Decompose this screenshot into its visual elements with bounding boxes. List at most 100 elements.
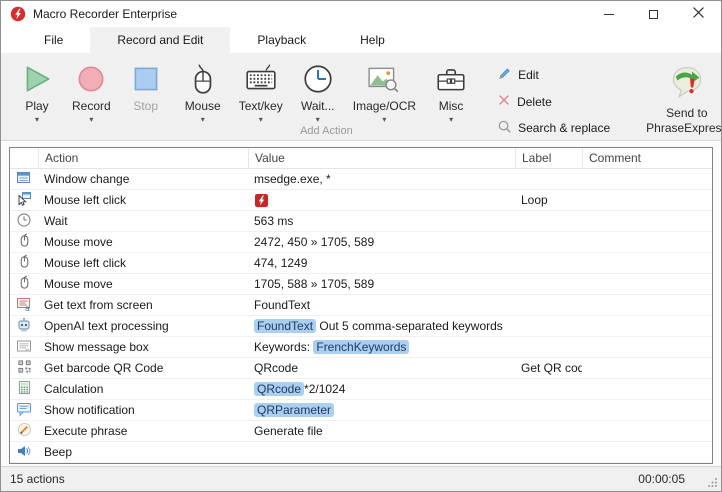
action-cell: Wait bbox=[38, 214, 248, 228]
edit-label: Edit bbox=[518, 68, 539, 82]
action-cell: Get barcode QR Code bbox=[38, 361, 248, 375]
value-cell: QRcode*2/1024 bbox=[248, 382, 515, 396]
value-cell: Keywords: FrenchKeywords bbox=[248, 340, 515, 354]
column-header-comment[interactable]: Comment bbox=[582, 148, 712, 168]
window-change-icon bbox=[16, 170, 32, 189]
resize-grip[interactable] bbox=[707, 477, 718, 488]
table-row-beep[interactable]: Beep bbox=[10, 442, 712, 463]
column-header-value[interactable]: Value bbox=[248, 148, 515, 168]
tab-help[interactable]: Help bbox=[333, 27, 412, 53]
action-cell: Mouse left click bbox=[38, 193, 248, 207]
table-row-show-notification[interactable]: Show notificationQRParameter bbox=[10, 400, 712, 421]
play-button[interactable]: Play▾ bbox=[11, 57, 63, 125]
add-action-caption: Add Action bbox=[176, 125, 477, 137]
chevron-down-icon: ▾ bbox=[316, 115, 320, 125]
titlebar: Macro Recorder Enterprise bbox=[1, 1, 721, 27]
table-row-get-barcode-qr-code[interactable]: Get barcode QR CodeQRcodeGet QR code bbox=[10, 358, 712, 379]
mouse-label: Mouse bbox=[185, 99, 221, 113]
column-header-action[interactable]: Action bbox=[38, 148, 248, 168]
chevron-down-icon: ▾ bbox=[201, 115, 205, 125]
variable-chip: FoundText bbox=[254, 319, 316, 333]
value-cell: 1705, 588 » 1705, 589 bbox=[248, 277, 515, 291]
table-row-window-change[interactable]: Window changemsedge.exe, * bbox=[10, 169, 712, 190]
magnifier-icon bbox=[497, 119, 512, 137]
action-count: 15 actions bbox=[10, 472, 65, 486]
action-cell: Show notification bbox=[38, 403, 248, 417]
value-cell: QRParameter bbox=[248, 403, 515, 417]
mouse-small-icon bbox=[17, 233, 32, 251]
action-cell: Mouse left click bbox=[38, 256, 248, 270]
value-cell: Generate file bbox=[248, 424, 515, 438]
text-key-button[interactable]: Text/key ▾ bbox=[230, 57, 292, 125]
label-cell: Get QR code bbox=[515, 361, 582, 375]
action-cell: Window change bbox=[38, 172, 248, 186]
stop-button[interactable]: Stop bbox=[120, 57, 172, 125]
statusbar: 15 actions 00:00:05 bbox=[1, 466, 721, 491]
action-cell: OpenAI text processing bbox=[38, 319, 248, 333]
minimize-button[interactable] bbox=[586, 1, 631, 27]
tab-playback[interactable]: Playback bbox=[230, 27, 333, 53]
delete-x-icon bbox=[497, 93, 511, 110]
delete-button[interactable]: Delete bbox=[493, 92, 556, 111]
calculator-icon bbox=[17, 380, 32, 398]
toolbox-icon bbox=[434, 60, 468, 98]
ribbon: Play▾Record▾Stop Mouse▾Text/key▾Wait...▾… bbox=[1, 53, 721, 141]
keyboard-icon bbox=[244, 60, 278, 98]
actions-table: ActionValueLabelComment Window changemse… bbox=[9, 147, 713, 464]
search-replace-button[interactable]: Search & replace bbox=[493, 118, 614, 138]
table-row-mouse-move[interactable]: Mouse move1705, 588 » 1705, 589 bbox=[10, 274, 712, 295]
mouse-button[interactable]: Mouse ▾ bbox=[176, 57, 230, 125]
column-header-label[interactable]: Label bbox=[515, 148, 582, 168]
message-box-icon bbox=[16, 338, 32, 357]
mouse-click-window-icon bbox=[16, 191, 32, 210]
phraseexpress-icon bbox=[669, 63, 705, 102]
value-cell: 563 ms bbox=[248, 214, 515, 228]
openai-robot-icon bbox=[16, 317, 32, 336]
table-row-mouse-left-click[interactable]: Mouse left clickLoop bbox=[10, 190, 712, 211]
chevron-down-icon: ▾ bbox=[382, 115, 386, 125]
app-window: Macro Recorder Enterprise FileRecord and… bbox=[0, 0, 722, 492]
table-row-mouse-move[interactable]: Mouse move2472, 450 » 1705, 589 bbox=[10, 232, 712, 253]
chevron-down-icon: ▾ bbox=[259, 115, 263, 125]
tab-record-and-edit[interactable]: Record and Edit bbox=[90, 27, 230, 53]
misc-label: Misc bbox=[439, 99, 464, 113]
wait-button[interactable]: Wait... ▾ bbox=[292, 57, 344, 125]
table-row-show-message-box[interactable]: Show message boxKeywords: FrenchKeywords bbox=[10, 337, 712, 358]
action-cell: Beep bbox=[38, 445, 248, 459]
action-cell: Execute phrase bbox=[38, 424, 248, 438]
pencil-icon bbox=[497, 66, 512, 84]
execute-phrase-icon bbox=[17, 422, 32, 440]
value-cell: FoundText Out 5 comma-separated keywords bbox=[248, 319, 515, 333]
image-ocr-button[interactable]: Image/OCR▾ bbox=[344, 57, 425, 125]
wait-label: Wait... bbox=[301, 99, 335, 113]
table-row-execute-phrase[interactable]: Execute phraseGenerate file bbox=[10, 421, 712, 442]
table-row-calculation[interactable]: CalculationQRcode*2/1024 bbox=[10, 379, 712, 400]
window-controls bbox=[586, 1, 721, 27]
svg-text:a: a bbox=[25, 304, 30, 312]
play-label: Play bbox=[25, 99, 48, 113]
value-cell: QRcode bbox=[248, 361, 515, 375]
misc-button[interactable]: Misc▾ bbox=[425, 57, 477, 125]
table-row-wait[interactable]: Wait563 ms bbox=[10, 211, 712, 232]
record-label: Record bbox=[72, 99, 111, 113]
table-row-get-text-from-screen[interactable]: aGet text from screenFoundText bbox=[10, 295, 712, 316]
table-row-openai-text-processing[interactable]: OpenAI text processingFoundText Out 5 co… bbox=[10, 316, 712, 337]
close-button[interactable] bbox=[676, 1, 721, 27]
value-cell bbox=[248, 193, 515, 208]
mouse-small-icon bbox=[17, 254, 32, 272]
send-to-phraseexpress-button[interactable]: Send to PhraseExpress bbox=[632, 57, 722, 140]
maximize-icon bbox=[649, 10, 658, 19]
macro-recorder-logo-icon bbox=[254, 193, 269, 208]
edit-group: Edit Delete Search & replace bbox=[481, 57, 628, 140]
action-cell: Mouse move bbox=[38, 235, 248, 249]
transport-group: Play▾Record▾Stop bbox=[1, 57, 172, 140]
record-button[interactable]: Record▾ bbox=[63, 57, 120, 125]
tab-file[interactable]: File bbox=[17, 27, 90, 53]
text-key-label: Text/key bbox=[239, 99, 283, 113]
maximize-button[interactable] bbox=[631, 1, 676, 27]
edit-button[interactable]: Edit bbox=[493, 65, 543, 85]
action-cell: Calculation bbox=[38, 382, 248, 396]
column-header-icon bbox=[10, 148, 38, 168]
table-row-mouse-left-click[interactable]: Mouse left click474, 1249 bbox=[10, 253, 712, 274]
table-body: Window changemsedge.exe, *Mouse left cli… bbox=[10, 169, 712, 463]
